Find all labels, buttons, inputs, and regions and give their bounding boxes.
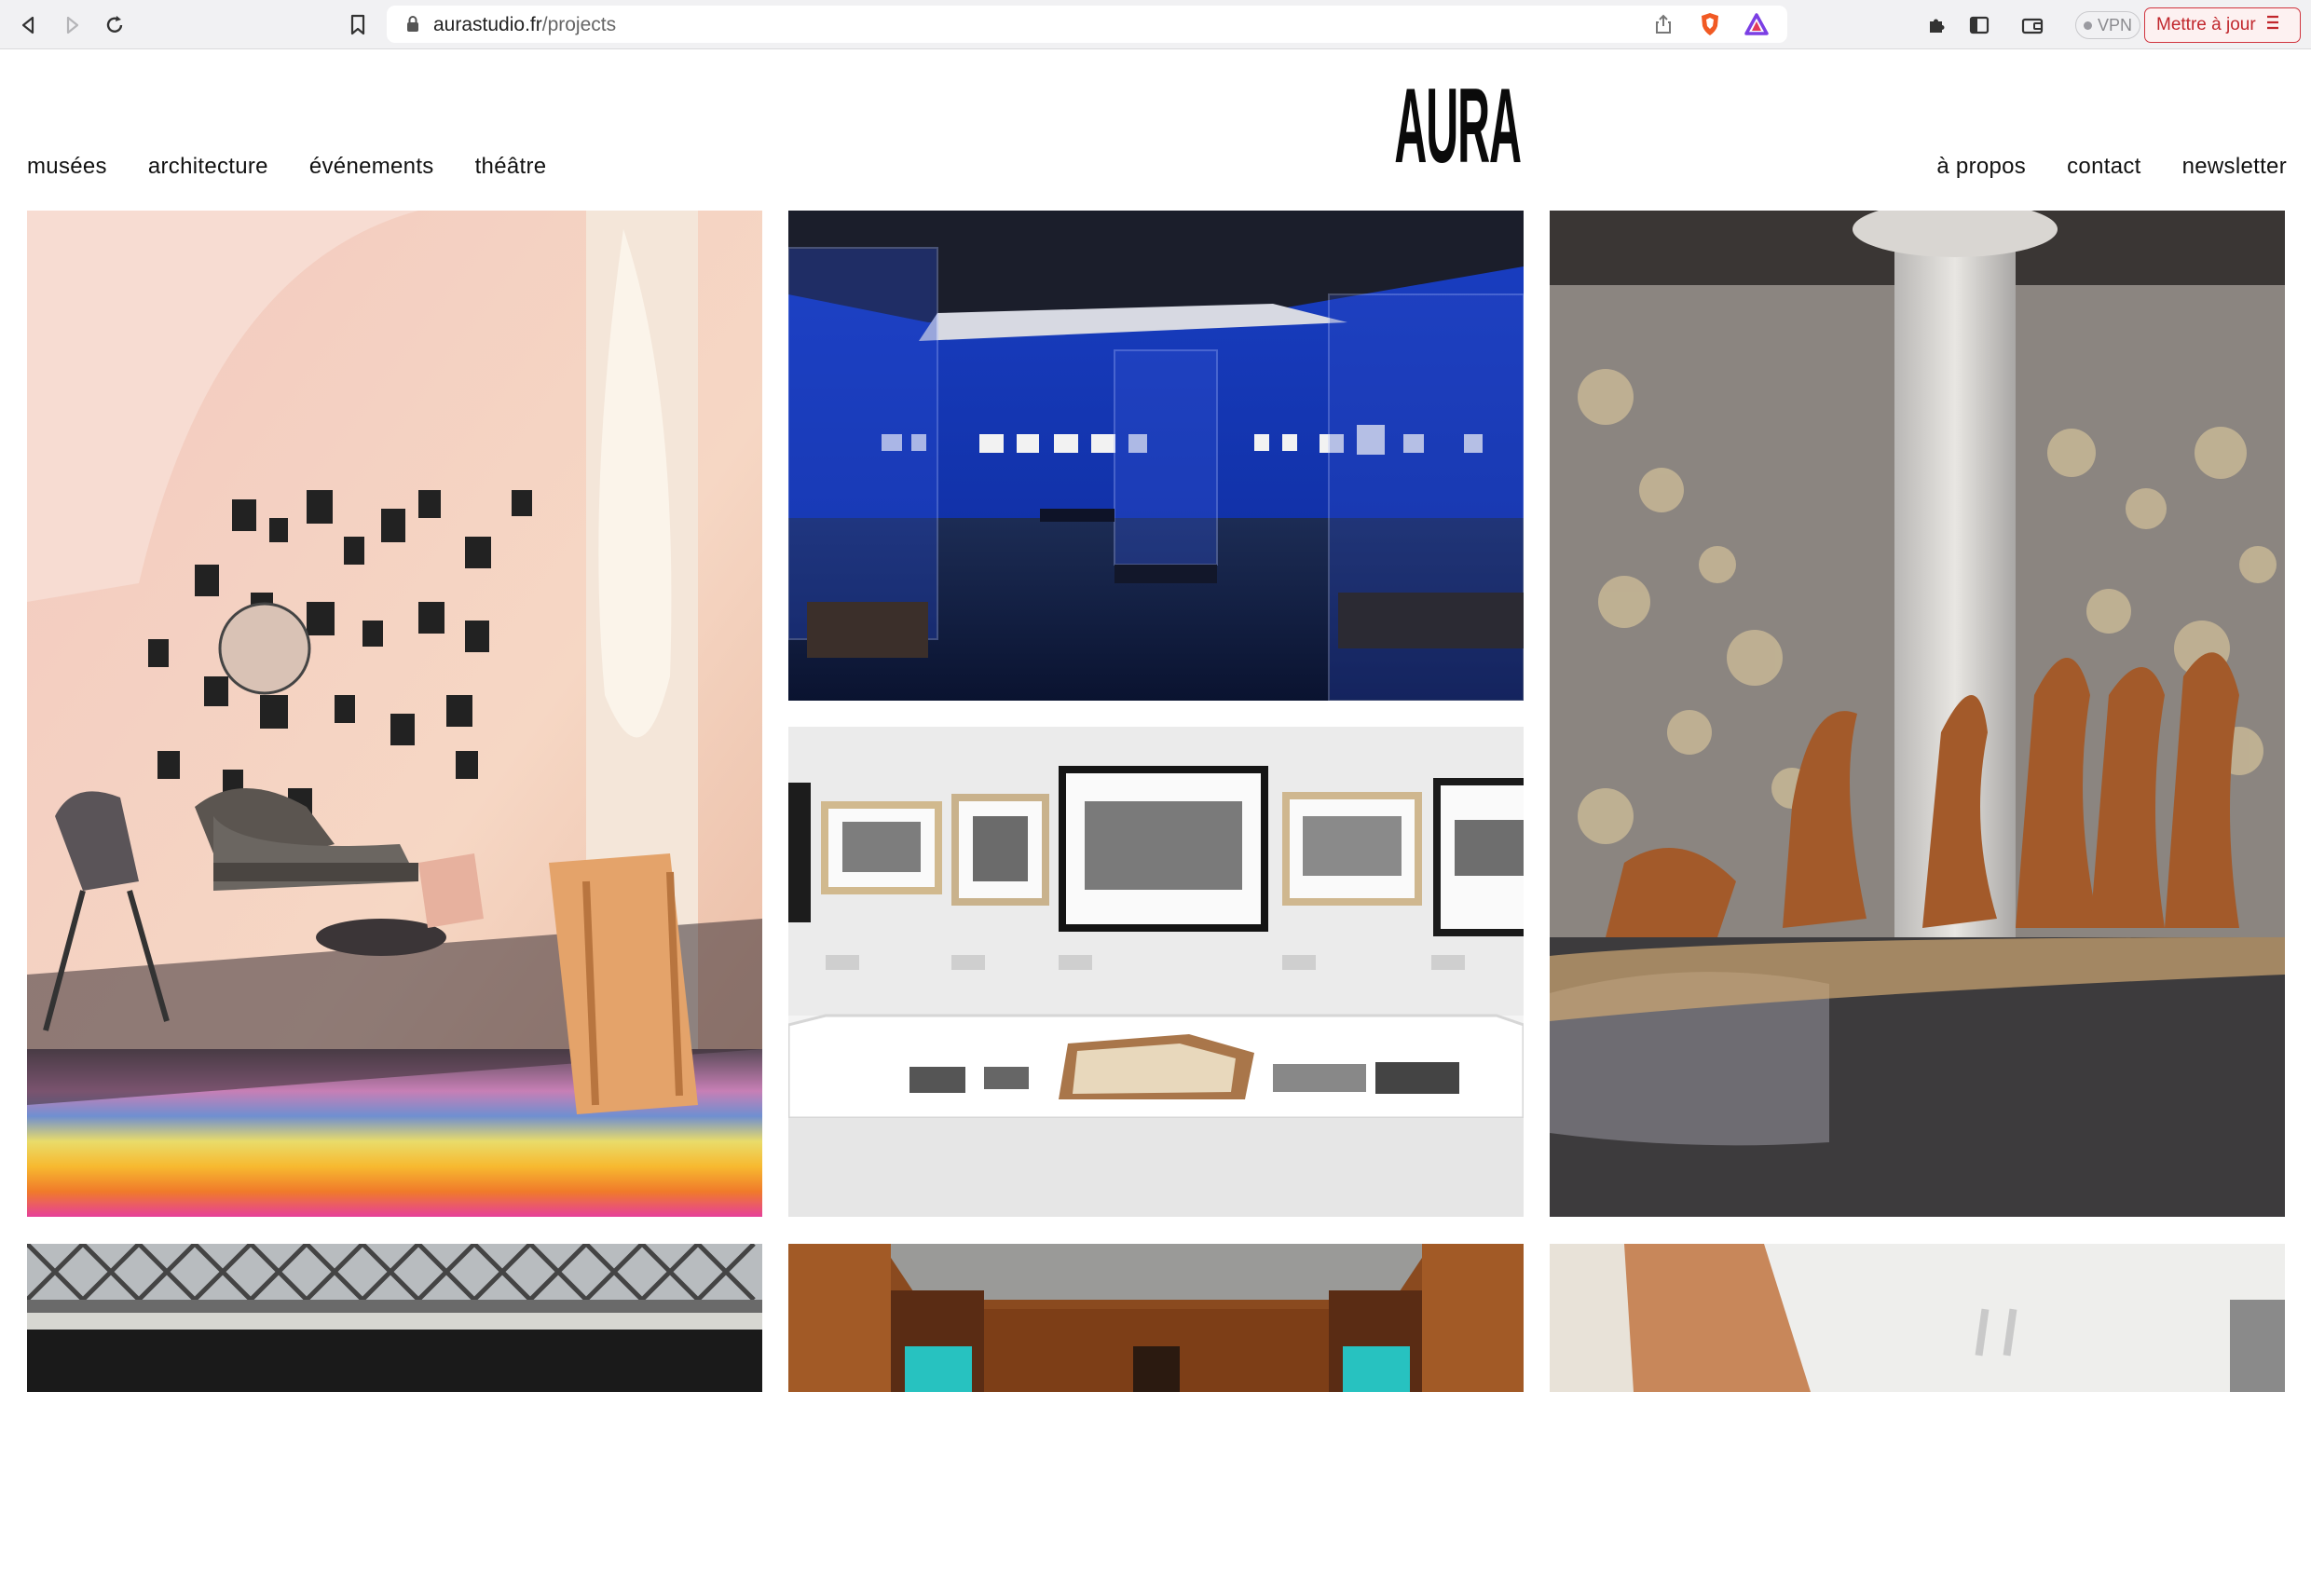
project-image — [1550, 211, 2285, 1217]
wallet-icon[interactable] — [2017, 9, 2048, 41]
update-button[interactable]: Mettre à jour — [2144, 7, 2301, 43]
vpn-label: VPN — [2097, 15, 2132, 34]
sidebar-icon[interactable] — [1963, 9, 1995, 41]
brave-shield-icon[interactable] — [1698, 12, 1722, 36]
vpn-status-dot — [2083, 20, 2092, 30]
share-icon[interactable] — [1651, 12, 1675, 36]
project-tile-facade[interactable] — [27, 1244, 762, 1392]
nav-evenements[interactable]: événements — [309, 154, 434, 179]
address-bar[interactable]: aurastudio.fr/projects — [387, 6, 1787, 43]
url-text[interactable]: aurastudio.fr/projects — [433, 14, 616, 36]
bookmark-icon[interactable] — [342, 9, 374, 41]
project-image — [27, 1244, 762, 1392]
project-tile-pillar-sculptures[interactable] — [1550, 211, 2285, 1217]
logo-text: AURA — [1394, 65, 1522, 185]
reload-icon[interactable] — [99, 9, 130, 41]
project-image — [1550, 1244, 2285, 1392]
project-image — [788, 1244, 1524, 1392]
nav-contact[interactable]: contact — [2067, 154, 2140, 179]
project-image — [788, 211, 1524, 701]
forward-icon[interactable] — [56, 9, 88, 41]
project-tile-photo-frames[interactable] — [788, 727, 1524, 1217]
nav-a-propos[interactable]: à propos — [1936, 154, 2026, 179]
main-nav-left: musées architecture événements théâtre — [27, 154, 587, 180]
vpn-button[interactable]: VPN — [2075, 11, 2140, 39]
nav-newsletter[interactable]: newsletter — [2182, 154, 2287, 179]
brave-rewards-icon[interactable] — [1744, 12, 1769, 36]
menu-icon — [2265, 14, 2280, 36]
page-bottom-blank — [0, 1392, 2311, 1596]
main-nav-right: à propos contact newsletter — [1895, 154, 2287, 180]
project-image — [788, 727, 1524, 1217]
project-tile-salon-rainbow[interactable] — [27, 211, 762, 1217]
extensions-icon[interactable] — [1921, 9, 1952, 41]
project-image — [27, 211, 762, 1217]
project-tile-blue-gallery[interactable] — [788, 211, 1524, 701]
update-label: Mettre à jour — [2156, 15, 2256, 34]
nav-musees[interactable]: musées — [27, 154, 107, 179]
site-logo[interactable]: AURA — [1394, 65, 1522, 185]
browser-toolbar: aurastudio.fr/projects VPN Mettre à jour — [0, 0, 2311, 49]
nav-architecture[interactable]: architecture — [148, 154, 268, 179]
back-icon[interactable] — [13, 9, 45, 41]
nav-theatre[interactable]: théâtre — [475, 154, 547, 179]
project-tile-white-corridor[interactable] — [1550, 1244, 2285, 1392]
lock-icon — [405, 15, 420, 38]
project-tile-wood-cabinets[interactable] — [788, 1244, 1524, 1392]
